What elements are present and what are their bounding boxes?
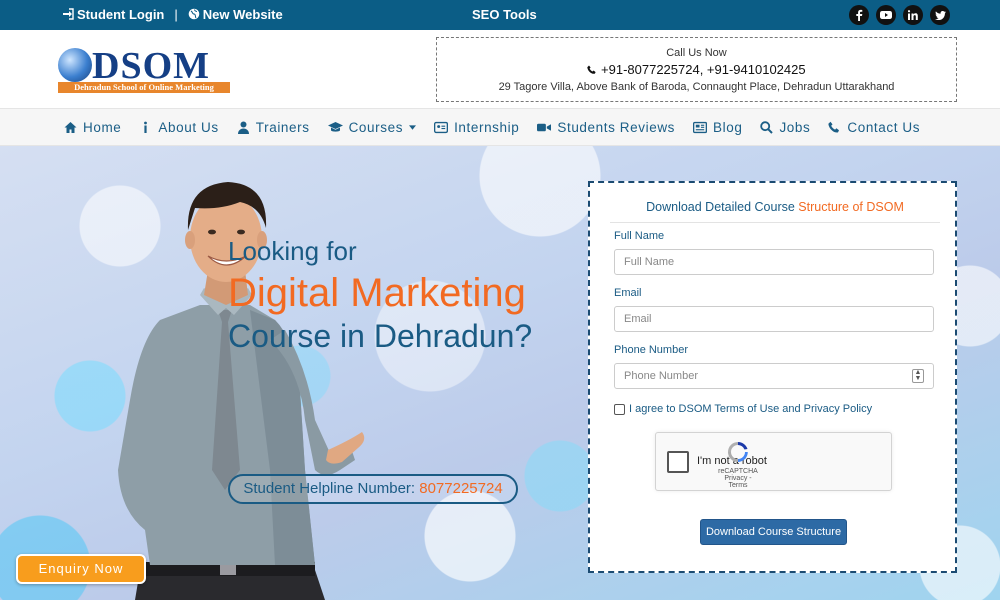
nav-jobs[interactable]: Jobs bbox=[760, 120, 810, 135]
graduation-cap-icon bbox=[327, 122, 343, 132]
phone-numbers[interactable]: +91-8077225724, +91-9410102425 bbox=[437, 62, 956, 77]
globe-icon bbox=[188, 8, 200, 20]
dsom-logo[interactable]: DSOM Dehradun School of Online Marketing bbox=[58, 45, 230, 94]
student-helpline[interactable]: Student Helpline Number: 8077225724 bbox=[228, 474, 518, 504]
call-label: Call Us Now bbox=[666, 47, 727, 59]
top-bar: Student Login | New Website SEO Tools bbox=[0, 0, 1000, 30]
hero-line-1: Looking for bbox=[228, 236, 357, 266]
full-name-field[interactable]: Full Name bbox=[614, 249, 934, 275]
newspaper-icon bbox=[693, 121, 708, 134]
new-website-link[interactable]: New Website bbox=[188, 7, 283, 22]
main-nav: Home About Us Trainers Courses Internshi… bbox=[0, 108, 1000, 146]
facebook-icon[interactable] bbox=[849, 5, 869, 25]
nav-home[interactable]: Home bbox=[64, 120, 121, 135]
nav-about-us[interactable]: About Us bbox=[139, 120, 218, 135]
home-icon bbox=[64, 122, 77, 133]
recaptcha-links[interactable]: Privacy - Terms bbox=[714, 475, 762, 489]
address: 29 Tagore Villa, Above Bank of Baroda, C… bbox=[498, 81, 895, 93]
site-header: DSOM Dehradun School of Online Marketing… bbox=[0, 30, 1000, 108]
recaptcha-widget: I'm not a robot reCAPTCHA Privacy - Term… bbox=[655, 432, 892, 491]
agree-terms[interactable]: I agree to DSOM Terms of Use and Privacy… bbox=[614, 403, 872, 415]
download-course-structure-button[interactable]: Download Course Structure bbox=[700, 519, 847, 545]
smiling-man-image bbox=[118, 182, 365, 600]
email-field[interactable]: Email bbox=[614, 306, 934, 332]
full-name-label: Full Name bbox=[614, 230, 665, 242]
number-spinner-icon[interactable]: ▲ ▼ bbox=[912, 369, 924, 383]
helpline-number[interactable]: 8077225724 bbox=[419, 480, 502, 497]
caret-down-icon bbox=[409, 125, 417, 130]
youtube-icon[interactable] bbox=[876, 5, 896, 25]
seo-tools-link[interactable]: SEO Tools bbox=[472, 7, 537, 22]
hero-line-3: Course in Dehradun? bbox=[228, 318, 533, 354]
student-login-link[interactable]: Student Login bbox=[62, 7, 164, 22]
download-course-form: Download Detailed Course Structure of DS… bbox=[588, 181, 957, 573]
contact-box: Call Us Now +91-8077225724, +91-94101024… bbox=[436, 37, 957, 102]
phone-field[interactable]: Phone Number ▲ ▼ bbox=[614, 363, 934, 389]
nav-trainers[interactable]: Trainers bbox=[237, 120, 310, 135]
recaptcha-checkbox[interactable] bbox=[667, 451, 689, 473]
nav-students-reviews[interactable]: Students Reviews bbox=[537, 120, 675, 135]
nav-internship[interactable]: Internship bbox=[434, 120, 519, 135]
hero-line-2: Digital Marketing bbox=[228, 271, 526, 315]
hero-banner: Looking for Digital Marketing Course in … bbox=[0, 146, 1000, 600]
twitter-icon[interactable] bbox=[930, 5, 950, 25]
logo-tagline: Dehradun School of Online Marketing bbox=[58, 82, 230, 93]
recaptcha-icon bbox=[728, 442, 748, 462]
email-label: Email bbox=[614, 287, 642, 299]
phone-icon bbox=[587, 65, 596, 74]
phone-icon bbox=[828, 121, 840, 133]
form-title: Download Detailed Course Structure of DS… bbox=[610, 200, 940, 223]
nav-contact-us[interactable]: Contact Us bbox=[828, 120, 920, 135]
hero-headline: Looking for Digital Marketing Course in … bbox=[228, 236, 532, 355]
user-icon bbox=[237, 121, 249, 134]
top-bar-separator: | bbox=[174, 7, 178, 22]
recaptcha-logo: reCAPTCHA Privacy - Terms bbox=[714, 440, 762, 489]
nav-courses[interactable]: Courses bbox=[327, 120, 417, 135]
globe-logo-icon bbox=[58, 48, 92, 82]
agree-checkbox[interactable] bbox=[614, 403, 625, 415]
video-icon bbox=[537, 123, 552, 132]
sign-in-icon bbox=[63, 8, 74, 20]
top-bar-links: Student Login | New Website bbox=[62, 7, 283, 22]
info-icon bbox=[144, 121, 148, 133]
enquiry-now-button[interactable]: Enquiry Now bbox=[16, 554, 146, 584]
phone-label: Phone Number bbox=[614, 344, 688, 356]
search-icon bbox=[760, 121, 774, 134]
social-links bbox=[849, 5, 950, 25]
id-card-icon bbox=[434, 121, 449, 134]
linkedin-icon[interactable] bbox=[903, 5, 923, 25]
nav-blog[interactable]: Blog bbox=[693, 120, 742, 135]
